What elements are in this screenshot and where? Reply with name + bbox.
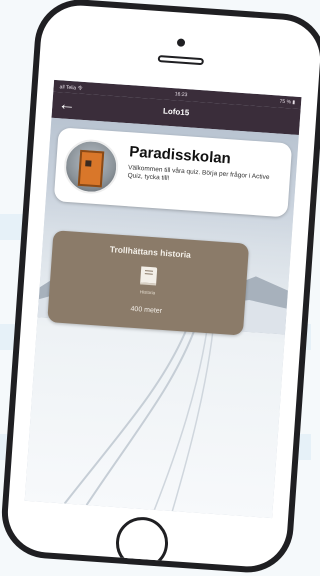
location-distance: 400 meter xyxy=(130,305,163,315)
home-button[interactable] xyxy=(114,515,170,571)
status-time: 16:23 xyxy=(174,91,188,99)
ski-tracks xyxy=(63,327,214,512)
front-camera xyxy=(176,38,186,47)
location-title: Trollhättans historia xyxy=(109,244,192,260)
app-screen: all Telia 令 16:23 75 % ▮ ← Lofo15 Paradi… xyxy=(24,79,302,519)
school-name: Paradisskolan xyxy=(128,143,232,168)
window-icon xyxy=(85,160,92,167)
school-avatar xyxy=(62,137,120,196)
building-icon xyxy=(77,149,105,188)
battery-indicator: 75 % ▮ xyxy=(279,98,296,106)
location-card[interactable]: Trollhättans historia Historia 400 meter xyxy=(47,230,250,336)
earpiece-speaker xyxy=(157,55,204,66)
book-icon xyxy=(140,266,158,286)
carrier-label: all Telia 令 xyxy=(59,83,83,92)
school-description: Välkommen till våra quiz. Börja per fråg… xyxy=(127,164,270,183)
phone-frame: all Telia 令 16:23 75 % ▮ ← Lofo15 Paradi… xyxy=(0,0,320,576)
